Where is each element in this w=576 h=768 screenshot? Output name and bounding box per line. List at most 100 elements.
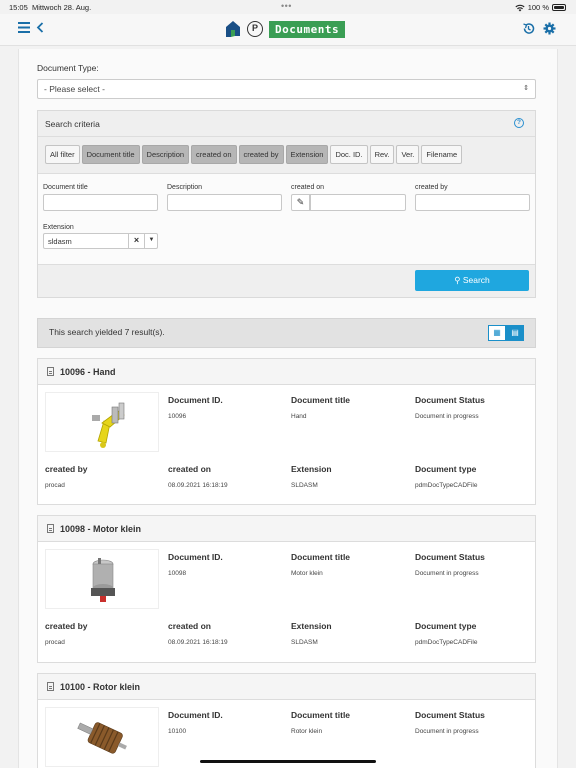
menu-icon[interactable] [18,22,30,33]
card-title: 10100 - Rotor klein [60,681,141,692]
description-input[interactable] [167,194,282,211]
created-by-value: procad [45,639,65,646]
doc-status-value: Document in progress [415,413,479,420]
created-by-input[interactable] [415,194,530,211]
doc-id-value: 10100 [168,728,187,735]
help-icon[interactable]: ? [514,118,524,128]
doc-id-value: 10098 [168,570,187,577]
search-icon: ⚲ [454,275,461,285]
home-indicator[interactable] [200,760,376,763]
doc-type-label: Document type [415,621,477,631]
results-summary-bar: This search yielded 7 result(s). ▦ ▤ [37,318,536,348]
created-by-value: procad [45,482,65,489]
doc-status-value: Document in progress [415,570,479,577]
filter-chips: All filter Document title Description cr… [45,145,463,164]
date-picker-button[interactable]: ✎ [291,194,310,211]
doc-status-label: Document Status [415,395,485,405]
document-title-input[interactable] [43,194,158,211]
chip-description[interactable]: Description [141,145,190,164]
card-header: 10098 - Motor klein [38,516,535,542]
battery-icon [552,4,566,11]
extension-value: sldasm [48,237,72,246]
chip-doc-id[interactable]: Doc. ID. [330,145,368,164]
created-on-label: created on [291,184,325,191]
card-title: 10096 - Hand [60,366,116,377]
thumbnail-image[interactable] [45,392,159,452]
doc-status-label: Document Status [415,552,485,562]
gear-icon[interactable] [543,22,556,35]
back-chevron-icon[interactable] [36,22,44,33]
table-view-icon[interactable]: ▦ [488,325,506,341]
history-icon[interactable] [522,22,535,35]
status-bar: 15:05 Mittwoch 28. Aug. ••• 100 % [0,0,576,14]
chip-created-on[interactable]: created on [191,145,237,164]
doc-status-label: Document Status [415,710,485,720]
created-on-label: created on [168,621,211,631]
chip-extension[interactable]: Extension [285,145,329,164]
document-type-label: Document Type: [37,63,99,73]
extension-label: Extension [291,464,332,474]
doc-id-label: Document ID. [168,395,223,405]
card-header: 10100 - Rotor klein [38,674,535,700]
extension-label: Extension [43,224,74,231]
document-title-label: Document title [43,184,88,191]
doc-title-value: Hand [291,413,307,420]
document-type-value: - Please select - [44,84,105,94]
multitask-dots[interactable]: ••• [281,1,292,11]
created-by-label: created by [45,621,88,631]
card-view-icon[interactable]: ▤ [506,325,524,341]
result-card[interactable]: 10100 - Rotor klein Document ID. 10100 D… [37,673,536,768]
search-button[interactable]: ⚲ Search [415,270,529,291]
doc-title-label: Document title [291,395,351,405]
status-time: 15:05 Mittwoch 28. Aug. [9,3,92,12]
search-button-label: Search [462,275,490,285]
page-title: Documents [269,20,346,38]
battery-percent: 100 % [527,3,549,12]
search-criteria-panel: Search criteria ? All filter Document ti… [37,110,536,298]
created-by-label: created by [415,184,448,191]
created-by-label: created by [45,464,88,474]
search-criteria-header: Search criteria ? [38,111,535,137]
view-toggle: ▦ ▤ [488,325,524,341]
card-title: 10098 - Motor klein [60,523,142,534]
created-on-value: 08.09.2021 16:18:19 [168,482,228,489]
created-on-input[interactable] [310,194,406,211]
chip-document-title[interactable]: Document title [81,145,140,164]
select-arrows-icon: ⇕ [523,85,529,92]
hand-model-image [92,402,125,448]
main-panel: Document Type: - Please select - ⇕ Searc… [18,49,558,768]
app-logo-icon [226,21,240,37]
doc-status-value: Document in progress [415,728,479,735]
thumbnail-image[interactable] [45,707,159,767]
filter-fields: Document title Description created on ✎ … [38,173,535,265]
doc-type-value: pdmDocTypeCADFile [415,482,478,489]
doc-type-value: pdmDocTypeCADFile [415,639,478,646]
result-card[interactable]: 10098 - Motor klein Document ID. 10098 D… [37,515,536,663]
doc-title-value: Rotor klein [291,728,323,735]
extension-label: Extension [291,621,332,631]
chip-filename[interactable]: Filename [421,145,463,164]
chip-all-filter[interactable]: All filter [45,145,80,164]
p-badge-icon: P [247,21,263,37]
doc-title-value: Motor klein [291,570,323,577]
document-icon [47,682,54,691]
results-summary: This search yielded 7 result(s). [49,327,165,337]
document-type-select[interactable]: - Please select - ⇕ [37,79,536,99]
status-right: 100 % [515,3,566,12]
chip-ver[interactable]: Ver. [396,145,420,164]
chip-created-by[interactable]: created by [238,145,284,164]
edit-calendar-icon: ✎ [296,197,305,207]
clear-extension-icon[interactable]: × [128,233,144,249]
doc-title-label: Document title [291,552,351,562]
extension-dropdown-icon[interactable]: ▼ [144,233,158,249]
chip-rev[interactable]: Rev. [369,145,395,164]
doc-id-label: Document ID. [168,552,223,562]
result-card[interactable]: 10096 - Hand Document ID. 10096 Document… [37,358,536,505]
thumbnail-image[interactable] [45,549,159,609]
doc-id-value: 10096 [168,413,187,420]
doc-title-label: Document title [291,710,351,720]
search-criteria-title: Search criteria [45,119,100,129]
created-on-value: 08.09.2021 16:18:19 [168,639,228,646]
document-icon [47,367,54,376]
doc-type-label: Document type [415,464,477,474]
